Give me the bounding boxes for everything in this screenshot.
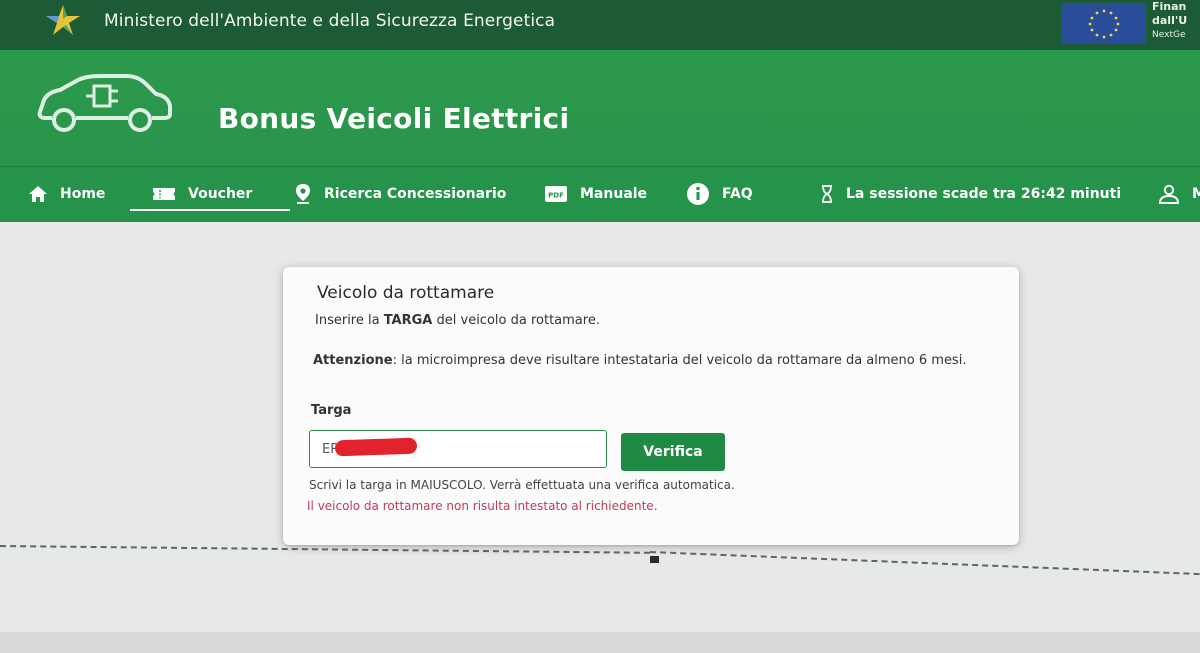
warning-text: : la microimpresa deve risultare intesta… xyxy=(392,353,967,368)
warning-bold: Attenzione xyxy=(313,353,393,368)
nav-faq[interactable]: FAQ xyxy=(686,167,753,221)
home-icon xyxy=(29,186,47,202)
main-nav: Home Voucher Ricerca Concessionario PDF … xyxy=(0,166,1200,222)
bottom-strip xyxy=(0,632,1200,653)
ministry-star-logo xyxy=(46,5,80,35)
nav-manuale-label: Manuale xyxy=(580,186,648,202)
nav-ricerca-concessionario[interactable]: Ricerca Concessionario xyxy=(294,167,506,221)
instr-bold: TARGA xyxy=(383,313,433,328)
nav-faq-label: FAQ xyxy=(722,186,753,202)
card-instructions: Inserire la TARGA del veicolo da rottama… xyxy=(315,313,600,328)
nav-user[interactable]: M xyxy=(1158,167,1200,221)
nav-manuale[interactable]: PDF Manuale xyxy=(544,167,647,221)
eu-text-line3: NextGe xyxy=(1152,30,1186,40)
redaction-mark xyxy=(334,437,418,457)
ticket-icon xyxy=(153,188,175,200)
app-title: Bonus Veicoli Elettrici xyxy=(218,102,570,135)
eu-flag-logo xyxy=(1062,3,1146,44)
eu-text-line1: Finan xyxy=(1152,0,1187,13)
nav-home[interactable]: Home xyxy=(28,167,105,221)
verify-button[interactable]: Verifica xyxy=(621,433,725,471)
card-title: Veicolo da rottamare xyxy=(317,283,495,303)
page: Ministero dell'Ambiente e della Sicurezz… xyxy=(0,0,1200,653)
plate-error-message: Il veicolo da rottamare non risulta inte… xyxy=(307,499,658,513)
eu-funding-text: Finan dall'U NextGe xyxy=(1152,0,1187,42)
resize-handle[interactable] xyxy=(650,556,659,563)
eu-text-line2: dall'U xyxy=(1152,14,1188,27)
electric-car-icon xyxy=(37,74,172,132)
nav-voucher-label: Voucher xyxy=(188,186,253,202)
location-pin-icon xyxy=(296,184,310,204)
site-header: Bonus Veicoli Elettrici xyxy=(0,50,1200,166)
session-timer: La sessione scade tra 26:42 minuti xyxy=(820,167,1121,221)
nav-ricerca-label: Ricerca Concessionario xyxy=(324,186,507,202)
svg-text:PDF: PDF xyxy=(548,192,564,200)
session-timer-label: La sessione scade tra 26:42 minuti xyxy=(846,186,1122,202)
ministry-bar: Ministero dell'Ambiente e della Sicurezz… xyxy=(0,0,1200,50)
info-icon xyxy=(687,183,709,205)
eu-stars-icon xyxy=(1088,9,1120,39)
user-icon xyxy=(1158,184,1180,204)
hourglass-icon xyxy=(822,185,832,203)
plate-help-text: Scrivi la targa in MAIUSCOLO. Verrà effe… xyxy=(309,478,735,492)
instr-pre: Inserire la xyxy=(315,313,384,328)
ministry-name: Ministero dell'Ambiente e della Sicurezz… xyxy=(104,11,556,31)
card-warning: Attenzione: la microimpresa deve risulta… xyxy=(313,351,973,371)
nav-user-label: M xyxy=(1192,186,1200,202)
nav-home-label: Home xyxy=(60,186,106,202)
nav-voucher[interactable]: Voucher xyxy=(130,167,291,221)
pdf-icon: PDF xyxy=(545,186,567,202)
plate-label: Targa xyxy=(311,403,352,418)
vehicle-scrap-card: Veicolo da rottamare Inserire la TARGA d… xyxy=(283,267,1019,545)
instr-post: del veicolo da rottamare. xyxy=(432,313,600,328)
